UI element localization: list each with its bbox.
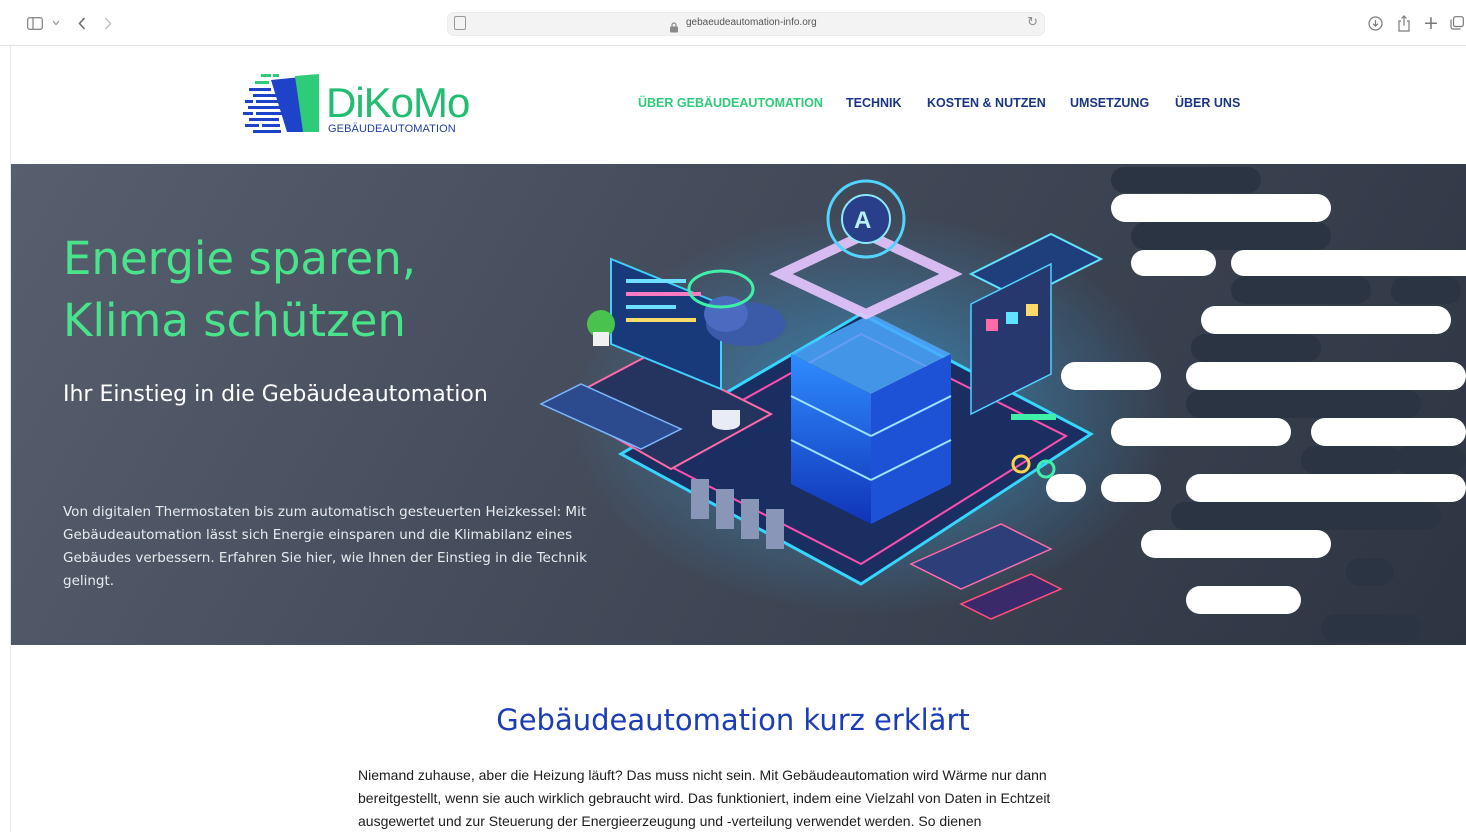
nav-item-ueber-gebaeudeautomation[interactable]: ÜBER GEBÄUDEAUTOMATION [638,96,823,112]
smart-building-illustration: A [539,167,1466,642]
hero-banner: A Energie sparen, Klima schützen Ihr Ein… [11,164,1466,645]
svg-text:A: A [854,207,871,234]
logo-mark-icon [243,74,319,133]
sidebar-icon[interactable] [26,12,44,34]
chevron-down-icon[interactable] [50,12,62,34]
nav-item-kosten-nutzen[interactable]: KOSTEN & NUTZEN [927,96,1046,112]
site-logo[interactable]: DiKoMo GEBÄUDEAUTOMATION [243,72,473,136]
section-heading: Gebäudeautomation kurz erklärt [496,703,970,737]
forward-icon[interactable] [100,12,116,34]
nav-item-technik[interactable]: TECHNIK [846,96,902,112]
hero-description: Von digitalen Thermostaten bis zum autom… [63,504,587,589]
download-icon[interactable] [1366,12,1384,34]
nav-item-ueber-uns[interactable]: ÜBER UNS [1175,96,1240,112]
reload-icon[interactable]: ↻ [1027,15,1038,30]
reader-icon[interactable] [454,16,466,30]
url-text[interactable]: gebaeudeautomation-info.org [686,17,817,28]
address-bar[interactable]: gebaeudeautomation-info.org ↻ [447,12,1045,36]
tabs-overview-icon[interactable] [1448,12,1466,34]
new-tab-icon[interactable]: + [1422,12,1440,34]
logo-name: DiKoMo [326,79,470,126]
hero-title: Energie sparen, Klima schützen [63,232,417,347]
share-icon[interactable] [1395,12,1413,34]
nav-item-umsetzung[interactable]: UMSETZUNG [1070,96,1149,112]
section-paragraph: Niemand zuhause, aber die Heizung läuft?… [358,767,1051,829]
lock-icon [669,18,679,33]
browser-toolbar: gebaeudeautomation-info.org ↻ + [0,0,1466,46]
hero-subtitle: Ihr Einstieg in die Gebäudeautomation [63,382,488,407]
logo-subtitle: GEBÄUDEAUTOMATION [328,123,456,135]
back-icon[interactable] [74,12,90,34]
